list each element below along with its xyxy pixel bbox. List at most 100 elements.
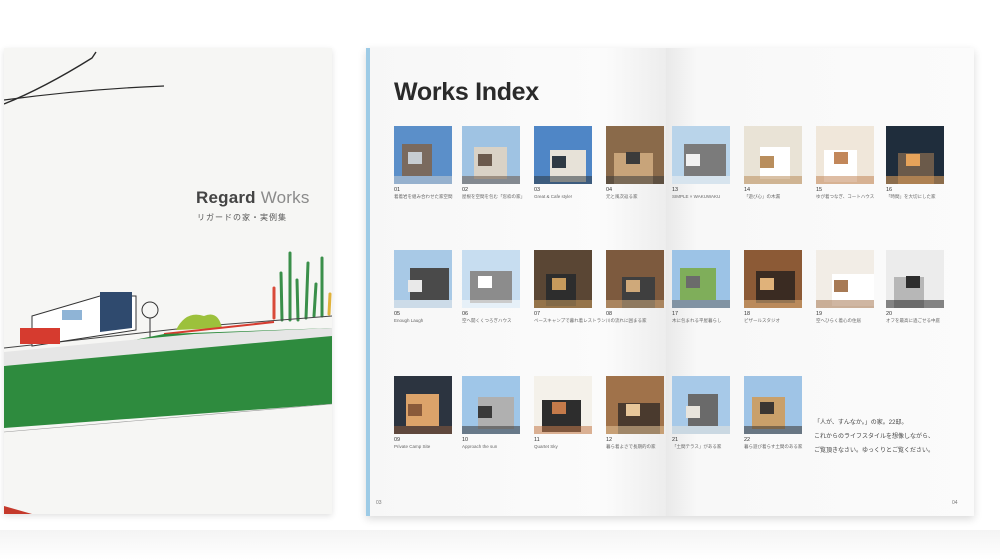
work-title: 木に包まれる平屋暮らし <box>672 318 722 324</box>
work-tile-16: 16 「時間」を大切にした家 <box>886 126 944 200</box>
cover-title: Regard Works <box>196 188 310 207</box>
work-tile-21: 21 「土間テラス」がある家 <box>672 376 730 450</box>
work-caption: 03 Great & Cafe style! <box>534 187 592 200</box>
work-tile-11: 11 Quartet Sky <box>534 376 592 450</box>
page-edge-accent <box>366 48 370 516</box>
work-photo <box>462 376 520 434</box>
work-number: 11 <box>534 437 540 443</box>
work-number: 10 <box>462 437 469 443</box>
work-photo <box>672 126 730 184</box>
work-tile-15: 15 ゆが着つなぎ、コートハウス <box>816 126 874 200</box>
work-title: Great & Cafe style! <box>534 194 573 200</box>
work-tile-12: 12 暮ら着よさで長期的の家 <box>606 376 664 450</box>
work-title: 空へ開くくつろぎハウス <box>462 318 512 324</box>
work-tile-01: 01 着着岩を組み合わせた家空間 <box>394 126 453 200</box>
work-title: ゆが着つなぎ、コートハウス <box>816 194 875 200</box>
work-title: 元と風次返る家 <box>606 194 638 200</box>
brochure-cover: Regard Works リガードの家・実例集 <box>4 48 332 514</box>
work-title: 「土間テラス」がある家 <box>672 444 722 450</box>
work-caption: 11 Quartet Sky <box>534 437 592 450</box>
work-photo <box>816 250 874 308</box>
table-shadow <box>0 530 1000 560</box>
work-tile-02: 02 屋根を空間を包む「窓枠の家」 <box>462 126 525 200</box>
work-photo <box>394 376 452 434</box>
work-photo <box>744 126 802 184</box>
work-caption: 07 ベースキャンプで暮れ着レストラン <box>534 311 606 324</box>
page-number-left: 03 <box>376 500 382 506</box>
work-photo <box>744 250 802 308</box>
work-caption: 05 Enough Laugh <box>394 311 452 324</box>
works-index-spread: Works Index 01 着着岩を組み合わせた家空間 02 屋根を空間を包む「窓枠… <box>366 48 974 516</box>
work-caption: 18 ビザールスタジオ <box>744 311 802 324</box>
index-title: Works Index <box>394 78 539 106</box>
work-photo <box>672 250 730 308</box>
work-caption: 19 空へひらく着心の住居 <box>816 311 874 324</box>
work-title: Quartet Sky <box>534 444 558 450</box>
message-line: ご覧頂きなさい。ゆっくりとご覧ください。 <box>814 448 935 454</box>
work-tile-09: 09 Private Camp Site <box>394 376 452 450</box>
work-title: 暮ら遊び着らす土間のある家 <box>744 444 803 450</box>
work-tile-19: 19 空へひらく着心の住居 <box>816 250 874 324</box>
work-caption: 13 SIMPLE × WAKUWAKU <box>672 187 730 200</box>
work-caption: 04 元と風次返る家 <box>606 187 664 200</box>
work-tile-03: 03 Great & Cafe style! <box>534 126 592 200</box>
work-caption: 14 「遊び心」の木漏 <box>744 187 802 200</box>
work-photo <box>606 126 664 184</box>
work-photo <box>886 126 944 184</box>
work-caption: 02 屋根を空間を包む「窓枠の家」 <box>462 187 525 200</box>
work-caption: 22 暮ら遊び着らす土間のある家 <box>744 437 802 450</box>
work-title: Approach the sun <box>462 444 498 450</box>
work-tile-07: 07 ベースキャンプで暮れ着レストラン <box>534 250 606 324</box>
work-number: 05 <box>394 311 401 317</box>
work-number: 09 <box>394 437 401 443</box>
work-title: 「時間」を大切にした家 <box>886 194 936 200</box>
work-title: 「遊び心」の木漏 <box>744 194 780 200</box>
index-message: 「人が、すんなか。」の家。22邸。 これからのライフスタイルを想像しながら、 ご… <box>814 416 934 458</box>
work-title: 着着岩を組み合わせた家空間 <box>394 194 453 200</box>
work-caption: 01 着着岩を組み合わせた家空間 <box>394 187 453 200</box>
work-tile-04: 04 元と風次返る家 <box>606 126 664 200</box>
cover-subtitle: リガードの家・実例集 <box>197 213 287 222</box>
work-caption: 17 木に包まれる平屋暮らし <box>672 311 730 324</box>
work-title: 空へひらく着心の住居 <box>816 318 861 324</box>
work-number: 13 <box>672 187 679 193</box>
work-photo <box>534 250 592 308</box>
work-tile-14: 14 「遊び心」の木漏 <box>744 126 802 200</box>
message-line: 「人が、すんなか。」の家。22邸。 <box>814 420 908 426</box>
work-photo <box>606 376 664 434</box>
message-line: これからのライフスタイルを想像しながら、 <box>814 434 935 440</box>
work-tile-20: 20 オフを最高に過ごせる中庭 <box>886 250 944 324</box>
work-title: SIMPLE × WAKUWAKU <box>672 194 721 200</box>
work-caption: 15 ゆが着つなぎ、コートハウス <box>816 187 874 200</box>
work-caption: 06 空へ開くくつろぎハウス <box>462 311 520 324</box>
work-tile-18: 18 ビザールスタジオ <box>744 250 802 324</box>
cover-illustration <box>4 51 332 514</box>
work-photo <box>394 126 452 184</box>
work-photo <box>462 250 520 308</box>
work-photo <box>886 250 944 308</box>
work-photo <box>534 126 592 184</box>
work-tile-05: 05 Enough Laugh <box>394 250 452 324</box>
work-caption: 08 川の流れに囲まる家 <box>606 311 664 324</box>
work-caption: 12 暮ら着よさで長期的の家 <box>606 437 664 450</box>
work-caption: 16 「時間」を大切にした家 <box>886 187 944 200</box>
work-title: ベースキャンプで暮れ着レストラン <box>534 318 606 324</box>
work-photo <box>462 126 520 184</box>
page-number-right: 04 <box>952 500 958 506</box>
work-title: 川の流れに囲まる家 <box>606 318 647 324</box>
work-title: オフを最高に過ごせる中庭 <box>886 318 940 324</box>
work-title: ビザールスタジオ <box>744 318 780 324</box>
work-photo <box>606 250 664 308</box>
work-photo <box>672 376 730 434</box>
work-tile-08: 08 川の流れに囲まる家 <box>606 250 664 324</box>
work-tile-13: 13 SIMPLE × WAKUWAKU <box>672 126 730 200</box>
work-title: 屋根を空間を包む「窓枠の家」 <box>462 194 525 200</box>
work-caption: 09 Private Camp Site <box>394 437 452 450</box>
work-caption: 20 オフを最高に過ごせる中庭 <box>886 311 944 324</box>
work-photo <box>744 376 802 434</box>
work-number: 03 <box>534 187 541 193</box>
work-title: Enough Laugh <box>394 318 424 324</box>
work-caption: 10 Approach the sun <box>462 437 520 450</box>
work-caption: 21 「土間テラス」がある家 <box>672 437 730 450</box>
work-tile-17: 17 木に包まれる平屋暮らし <box>672 250 730 324</box>
